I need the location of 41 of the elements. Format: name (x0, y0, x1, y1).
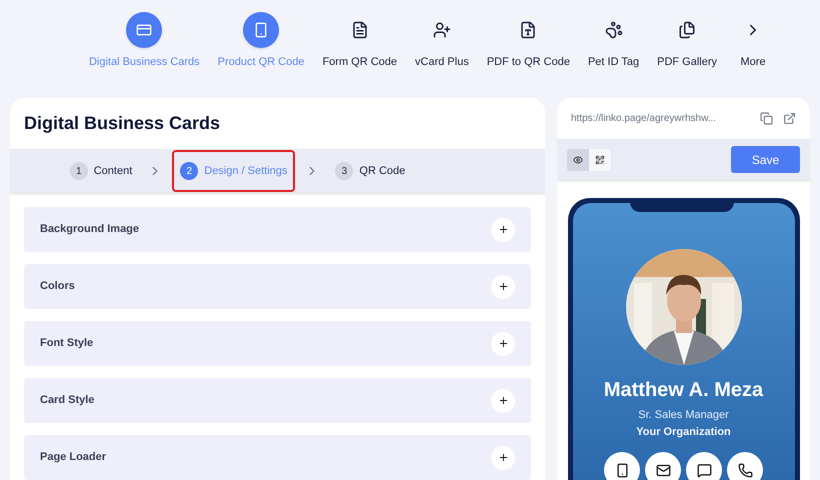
phone-icon[interactable] (727, 452, 763, 480)
organization: Your Organization (636, 424, 731, 440)
url-text: https://linko.page/agreywrhshw... (571, 112, 718, 126)
nav-link[interactable]: PDF Gallery (657, 54, 718, 70)
section-label: Background Image (40, 222, 140, 238)
panel-title: Digital Business Cards (23, 112, 222, 135)
plus-icon[interactable] (491, 388, 515, 412)
view-toggle[interactable] (589, 148, 611, 170)
plus-icon[interactable] (491, 218, 515, 242)
section-label: Font Style (40, 336, 94, 352)
view-toggle[interactable] (567, 148, 589, 170)
card-icon[interactable] (126, 12, 162, 48)
step-tab[interactable]: 1 Content (64, 150, 138, 192)
phone-icon[interactable] (604, 452, 640, 480)
nav-link[interactable]: Pet ID Tag (588, 54, 640, 70)
mail-icon[interactable] (645, 452, 681, 480)
message-icon[interactable] (686, 452, 722, 480)
copy-icon[interactable] (760, 112, 773, 125)
nav-link[interactable]: vCard Plus (415, 54, 469, 70)
accordion-header[interactable]: Page Loader (24, 435, 531, 480)
accordion-header[interactable]: Background Image (24, 207, 531, 252)
accordion-header[interactable]: Card Style (24, 378, 531, 423)
plus-icon[interactable] (491, 332, 515, 356)
section-label: Page Loader (40, 450, 106, 466)
accordion-header[interactable]: Colors (24, 264, 531, 309)
accordion-header[interactable]: Font Style (24, 321, 531, 366)
plus-icon[interactable] (491, 446, 515, 470)
nav-link[interactable]: PDF to QR Code (486, 54, 570, 70)
step-tab[interactable]: 2 Design / Settings (172, 150, 296, 192)
nav-link[interactable]: More (740, 54, 766, 70)
section-label: Card Style (40, 393, 94, 408)
section-label: Colors (40, 279, 75, 294)
external-link-icon[interactable] (783, 112, 796, 125)
card-name: Matthew A. Meza (604, 378, 764, 403)
plus-icon[interactable] (491, 274, 515, 298)
step-tab[interactable]: 3 QR Code (329, 150, 412, 192)
job-title: Sr. Sales Manager (638, 408, 729, 423)
nav-link[interactable]: Form QR Code (322, 54, 398, 70)
save-button[interactable]: Save (731, 146, 800, 173)
eye-icon (573, 154, 583, 164)
qr-code-icon (595, 154, 605, 164)
